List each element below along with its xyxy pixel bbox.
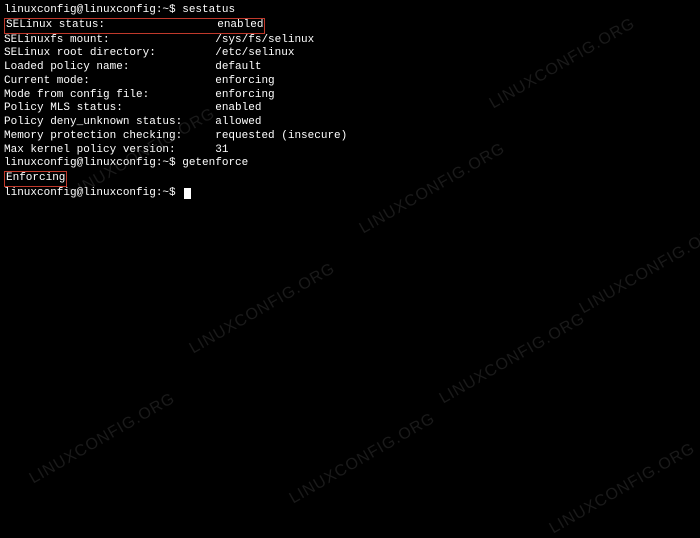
cmd-line-2: linuxconfig@linuxconfig:~$ getenforce (4, 157, 696, 171)
status-row: Memory protection checking: requested (i… (4, 130, 696, 144)
status-row: SELinuxfs mount: /sys/fs/selinux (4, 34, 696, 48)
status-rows: SELinuxfs mount: /sys/fs/selinuxSELinux … (4, 34, 696, 158)
watermark: LINUXCONFIG.ORG (437, 310, 589, 408)
enforcing-highlight: Enforcing (4, 171, 67, 187)
cmd-line-1: linuxconfig@linuxconfig:~$ sestatus (4, 4, 696, 18)
cursor (184, 188, 191, 199)
status-value: enabled (217, 19, 263, 31)
status-row: Loaded policy name: default (4, 61, 696, 75)
terminal[interactable]: linuxconfig@linuxconfig:~$ sestatus SELi… (4, 4, 696, 201)
status-row: Policy MLS status: enabled (4, 102, 696, 116)
status-row: Max kernel policy version: 31 (4, 144, 696, 158)
prompt: linuxconfig@linuxconfig:~$ (4, 4, 182, 16)
watermark: LINUXCONFIG.ORG (27, 390, 179, 488)
status-row: SELinux root directory: /etc/selinux (4, 47, 696, 61)
prompt: linuxconfig@linuxconfig:~$ (4, 157, 182, 169)
output-line: Enforcing (4, 171, 696, 187)
watermark: LINUXCONFIG.ORG (577, 220, 700, 318)
cmd-line-3: linuxconfig@linuxconfig:~$ (4, 187, 696, 201)
selinux-status-highlight: SELinux status: enabled (4, 18, 265, 34)
watermark: LINUXCONFIG.ORG (287, 410, 439, 508)
watermark: LINUXCONFIG.ORG (187, 260, 339, 358)
command: getenforce (182, 157, 248, 169)
command: sestatus (182, 4, 235, 16)
status-label: SELinux status: (6, 19, 217, 31)
status-row: Policy deny_unknown status: allowed (4, 116, 696, 130)
status-line: SELinux status: enabled (4, 18, 696, 34)
prompt: linuxconfig@linuxconfig:~$ (4, 187, 182, 199)
watermark: LINUXCONFIG.ORG (547, 440, 699, 538)
status-row: Current mode: enforcing (4, 75, 696, 89)
status-row: Mode from config file: enforcing (4, 89, 696, 103)
